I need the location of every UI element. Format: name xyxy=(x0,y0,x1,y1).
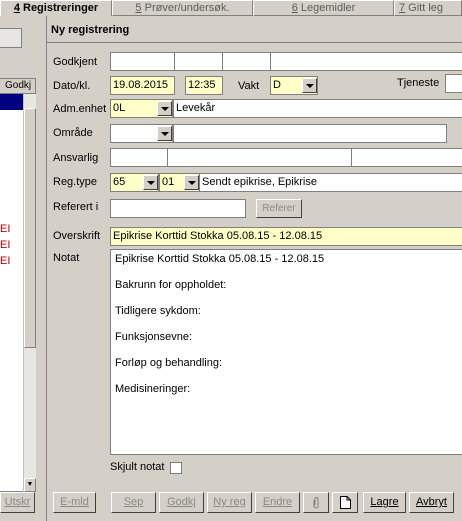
notat-line: Epikrise Korttid Stokka 05.08.15 - 12.08… xyxy=(115,253,325,265)
save-button[interactable]: Lagre xyxy=(363,492,406,513)
vakt-label: Vakt xyxy=(238,80,260,92)
scrollbar-thumb[interactable] xyxy=(24,108,36,348)
notat-line: Medisineringer: xyxy=(115,383,191,395)
registration-form: Ny registrering Godkjent Dato/kl. 19.08.… xyxy=(46,16,462,521)
referert-i-label: Referert i xyxy=(53,201,99,213)
dato-field[interactable]: 19.08.2015 xyxy=(110,76,175,95)
adm-enhet-code-value: 0L xyxy=(113,102,126,114)
ansvarlig-label: Ansvarlig xyxy=(53,152,99,164)
save-button-label: Lagre xyxy=(370,496,399,508)
tab-label: Registreringer xyxy=(19,2,99,14)
notat-line xyxy=(115,266,458,279)
ansvarlig-field-2[interactable] xyxy=(167,148,352,167)
tab-label: Prøver/undersøk. xyxy=(141,2,230,14)
cancel-button-label: Avbryt xyxy=(416,496,447,508)
ansvarlig-field-3[interactable] xyxy=(351,148,462,167)
new-document-button[interactable] xyxy=(332,492,358,513)
notat-label: Notat xyxy=(53,252,80,264)
list-scrollbar[interactable]: ▼ xyxy=(23,94,36,492)
skjult-notat-label: Skjult notat xyxy=(110,461,165,473)
reg-type-sub-dropdown-icon[interactable] xyxy=(184,175,199,190)
reg-type-code-value: 65 xyxy=(113,176,126,188)
print-button[interactable]: Utskr xyxy=(0,492,35,513)
tab-label: Legemidler xyxy=(297,2,356,14)
overskrift-label: Overskrift xyxy=(53,230,101,242)
dato-label: Dato/kl. xyxy=(53,80,91,92)
notat-line: Bakrunn for oppholdet: xyxy=(115,279,227,291)
email-button[interactable]: E-mld xyxy=(53,492,96,513)
attachment-button[interactable] xyxy=(303,492,329,513)
left-panel-button[interactable] xyxy=(0,28,22,48)
sep-button[interactable]: Sep xyxy=(111,492,156,513)
tab-gitt-legemidler[interactable]: 7 Gitt leg xyxy=(394,0,462,16)
list-item-status: EI xyxy=(0,239,11,251)
list-item-status: EI xyxy=(0,223,11,235)
adm-enhet-dropdown-icon[interactable] xyxy=(157,101,172,116)
referert-i-field[interactable] xyxy=(110,199,246,218)
ny-reg-button[interactable]: Ny reg xyxy=(207,492,252,513)
tab-label: Gitt leg xyxy=(405,2,444,14)
notat-line: Tidligere sykdom: xyxy=(115,305,201,317)
tab-legemidler[interactable]: 6 Legemidler xyxy=(253,0,394,16)
vakt-dropdown-icon[interactable] xyxy=(302,78,317,93)
klokke-field[interactable]: 12:35 xyxy=(185,76,223,95)
godkjent-field-4[interactable] xyxy=(270,52,462,71)
notat-line: Funksjonsevne: xyxy=(115,331,193,343)
godkjent-field-1[interactable] xyxy=(110,52,175,71)
tab-bar: 4 Registreringer 5 Prøver/undersøk. 6 Le… xyxy=(0,0,462,17)
notat-line xyxy=(115,292,458,305)
omrade-dropdown-icon[interactable] xyxy=(157,126,172,141)
document-icon xyxy=(339,496,351,509)
reg-type-label: Reg.type xyxy=(53,176,98,188)
tjeneste-label: Tjeneste xyxy=(397,77,440,89)
tab-prover-undersok[interactable]: 5 Prøver/undersøk. xyxy=(112,0,253,16)
overskrift-field[interactable]: Epikrise Korttid Stokka 05.08.15 - 12.08… xyxy=(110,227,462,246)
notat-line: Forløp og behandling: xyxy=(115,357,223,369)
left-panel: Godkj EI EI EI ▼ Utskr xyxy=(0,16,46,521)
reg-type-code-dropdown-icon[interactable] xyxy=(143,175,158,190)
notat-line xyxy=(115,344,458,357)
skjult-notat-checkbox[interactable] xyxy=(170,462,182,474)
endre-button[interactable]: Endre xyxy=(255,492,300,513)
title-divider xyxy=(47,42,462,43)
ansvarlig-field-1[interactable] xyxy=(110,148,168,167)
reg-type-sub-value: 01 xyxy=(162,176,175,188)
reg-type-name-field[interactable]: Sendt epikrise, Epikrise xyxy=(199,173,462,192)
tjeneste-field[interactable] xyxy=(445,74,462,93)
referer-button[interactable]: Referer xyxy=(256,199,302,218)
godkjent-label: Godkjent xyxy=(53,56,98,68)
godkj-button[interactable]: Godkj xyxy=(159,492,204,513)
tab-registreringer[interactable]: 4 Registreringer xyxy=(0,0,112,17)
cancel-button[interactable]: Avbryt xyxy=(409,492,454,513)
omrade-name-field[interactable] xyxy=(173,124,447,143)
omrade-label: Område xyxy=(53,127,93,139)
godkjent-field-3[interactable] xyxy=(222,52,271,71)
adm-enhet-name-field[interactable]: Levekår xyxy=(173,99,462,118)
scroll-down-arrow-icon[interactable]: ▼ xyxy=(24,478,36,492)
paperclip-icon xyxy=(313,497,319,509)
notat-line xyxy=(115,370,458,383)
adm-enhet-label: Adm.enhet xyxy=(53,103,107,115)
notat-textarea[interactable]: Epikrise Korttid Stokka 05.08.15 - 12.08… xyxy=(110,249,462,455)
list-column-header[interactable]: Godkj xyxy=(0,79,35,94)
godkjent-field-2[interactable] xyxy=(174,52,223,71)
form-title: Ny registrering xyxy=(51,24,130,36)
notat-line xyxy=(115,318,458,331)
list-item-status: EI xyxy=(0,255,11,267)
vakt-value: D xyxy=(273,79,281,91)
